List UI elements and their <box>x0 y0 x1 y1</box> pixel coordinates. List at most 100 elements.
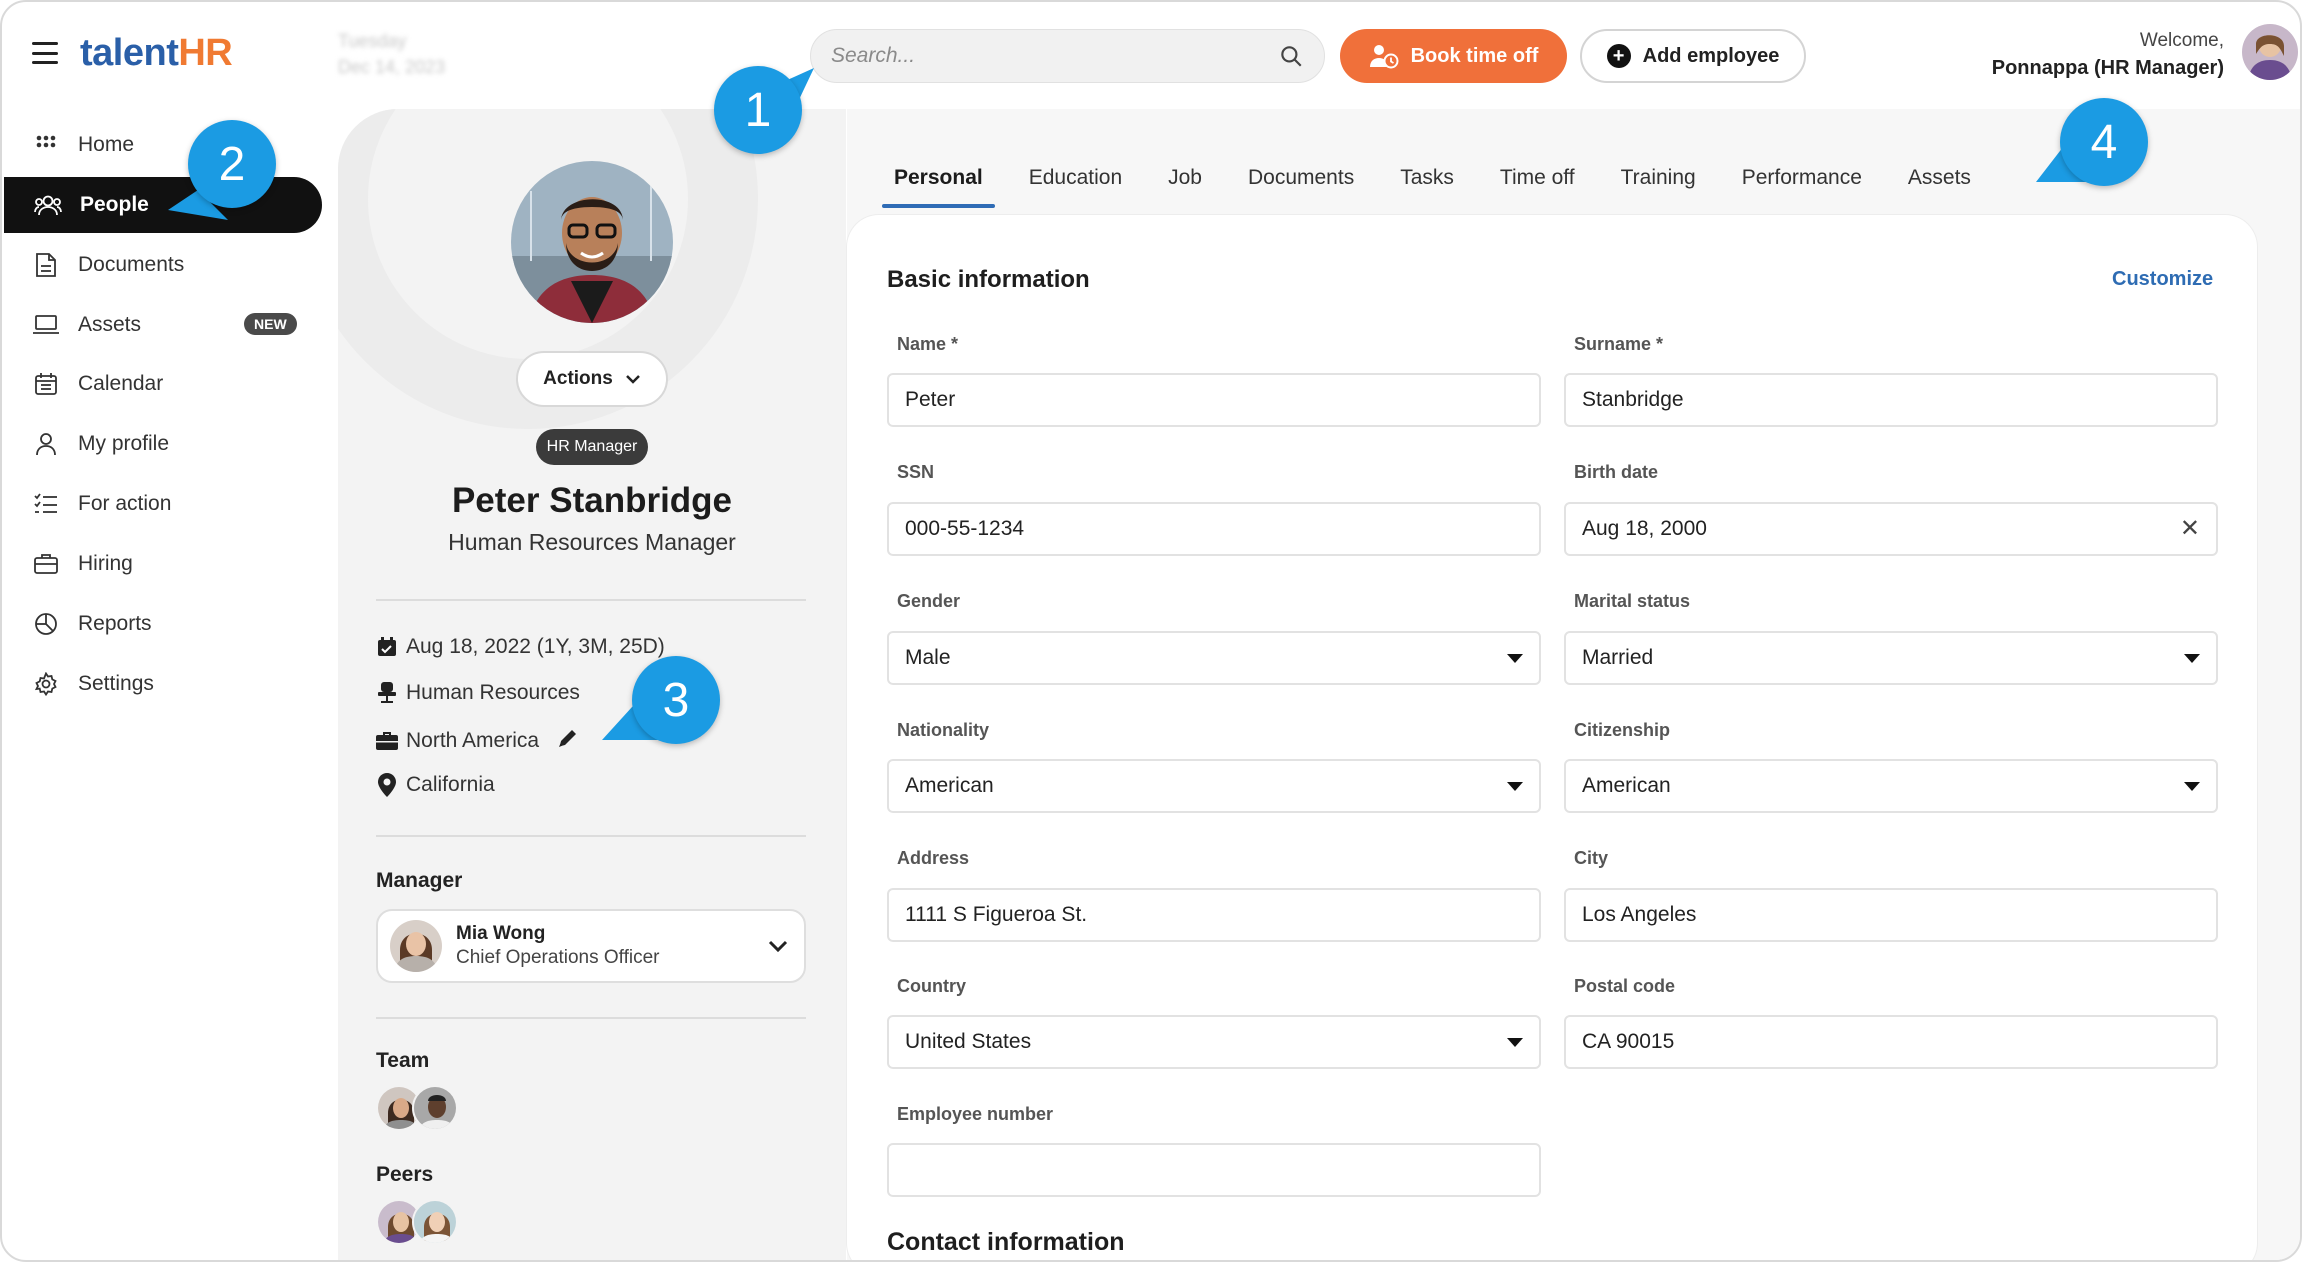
citizenship-select[interactable]: American <box>1564 759 2218 813</box>
app-window: talentHR TuesdayDec 14, 2023 Book time o… <box>0 0 2302 1262</box>
tab-tasks[interactable]: Tasks <box>1388 158 1466 208</box>
ssn-input[interactable] <box>905 517 1523 541</box>
address-input[interactable] <box>905 903 1523 927</box>
location-row: California <box>376 773 495 797</box>
sidebar-item-assets[interactable]: Assets NEW <box>2 297 322 353</box>
sidebar-item-reports[interactable]: Reports <box>2 596 322 652</box>
name-field[interactable] <box>887 373 1541 427</box>
caret-down-icon <box>1507 1037 1523 1047</box>
search-icon[interactable] <box>1278 43 1304 69</box>
nationality-label: Nationality <box>897 720 990 740</box>
user-avatar[interactable] <box>2242 24 2298 80</box>
sidebar-item-hiring[interactable]: Hiring <box>2 536 322 592</box>
caret-down-icon <box>2184 653 2200 663</box>
birth-date-label: Birth date <box>1574 462 1659 482</box>
postal-code-input[interactable] <box>1582 1030 2200 1054</box>
tab-job[interactable]: Job <box>1156 158 1214 208</box>
user-clock-icon <box>1369 45 1399 69</box>
callout-1: 1 <box>714 66 814 154</box>
user-icon <box>32 430 60 458</box>
people-icon <box>34 191 62 219</box>
marital-status-label: Marital status <box>1574 591 1691 611</box>
surname-input[interactable] <box>1582 388 2200 412</box>
gender-select[interactable]: Male <box>887 631 1541 685</box>
sidebar-item-documents[interactable]: Documents <box>2 237 322 293</box>
tab-education[interactable]: Education <box>1017 158 1134 208</box>
caret-down-icon <box>1507 653 1523 663</box>
team-member-avatar[interactable] <box>412 1085 458 1131</box>
sidebar-item-settings[interactable]: Settings <box>2 656 322 712</box>
manager-label: Manager <box>376 869 463 892</box>
employee-number-input[interactable] <box>905 1158 1523 1182</box>
team-label: Team <box>376 1049 430 1072</box>
tab-documents[interactable]: Documents <box>1236 158 1366 208</box>
birth-date-field[interactable]: ✕ <box>1564 502 2218 556</box>
ssn-label: SSN <box>897 462 935 482</box>
briefcase-icon <box>32 550 60 578</box>
chevron-down-icon <box>625 375 640 384</box>
sidebar-item-calendar[interactable]: Calendar <box>2 356 322 412</box>
country-select[interactable]: United States <box>887 1015 1541 1069</box>
tab-performance[interactable]: Performance <box>1730 158 1874 208</box>
caret-down-icon <box>2184 781 2200 791</box>
peer-avatar[interactable] <box>412 1199 458 1245</box>
map-pin-icon <box>376 773 398 797</box>
birth-date-input[interactable] <box>1582 517 2180 541</box>
name-label: Name * <box>897 334 959 354</box>
add-employee-button[interactable]: + Add employee <box>1580 29 1806 83</box>
tab-time-off[interactable]: Time off <box>1488 158 1587 208</box>
briefcase-icon <box>376 730 398 752</box>
tab-training[interactable]: Training <box>1609 158 1708 208</box>
talenthr-logo[interactable]: talentHR <box>80 32 233 75</box>
contact-information-title: Contact information <box>887 1228 1125 1256</box>
grid-icon <box>32 131 60 159</box>
surname-field[interactable] <box>1564 373 2218 427</box>
divider <box>376 835 806 837</box>
team-avatars[interactable] <box>376 1085 458 1131</box>
manager-card[interactable]: Mia Wong Chief Operations Officer <box>376 909 806 983</box>
employee-title: Human Resources Manager <box>448 529 736 555</box>
sidebar-item-for-action[interactable]: For action <box>2 476 322 532</box>
manager-name: Mia Wong <box>456 923 546 944</box>
book-time-off-button[interactable]: Book time off <box>1340 29 1567 83</box>
profile-tabs: Personal Education Job Documents Tasks T… <box>882 158 2005 208</box>
edit-icon[interactable] <box>557 727 579 755</box>
citizenship-label: Citizenship <box>1574 720 1671 740</box>
profile-panel: Actions HR Manager Peter Stanbridge Huma… <box>338 109 846 1260</box>
clear-icon[interactable]: ✕ <box>2180 517 2200 541</box>
gear-icon <box>32 670 60 698</box>
customize-link[interactable]: Customize <box>2112 268 2213 291</box>
nationality-select[interactable]: American <box>887 759 1541 813</box>
department-row: Human Resources <box>376 681 580 705</box>
manager-role: Chief Operations Officer <box>456 947 660 968</box>
employee-number-field[interactable] <box>887 1143 1541 1197</box>
sidebar-item-my-profile[interactable]: My profile <box>2 416 322 472</box>
marital-status-select[interactable]: Married <box>1564 631 2218 685</box>
new-badge: NEW <box>244 313 297 335</box>
callout-4: 4 <box>2036 98 2148 186</box>
peer-avatars[interactable] <box>376 1199 458 1245</box>
calendar-check-icon <box>376 636 398 658</box>
calendar-icon <box>32 370 60 398</box>
city-input[interactable] <box>1582 903 2200 927</box>
surname-label: Surname * <box>1574 334 1664 354</box>
blurred-date: Tuesday Dec 14, 2023 <box>338 31 446 77</box>
search-bar[interactable] <box>810 29 1325 83</box>
address-field[interactable] <box>887 888 1541 942</box>
role-badge: HR Manager <box>536 429 648 465</box>
tab-personal[interactable]: Personal <box>882 158 995 208</box>
employee-name: Peter Stanbridge <box>451 481 733 520</box>
menu-icon[interactable] <box>32 42 58 64</box>
caret-down-icon <box>1507 781 1523 791</box>
region-row: North America <box>376 727 579 755</box>
actions-button[interactable]: Actions <box>516 351 668 407</box>
chevron-down-icon[interactable] <box>764 932 792 960</box>
search-input[interactable] <box>831 44 1278 68</box>
city-field[interactable] <box>1564 888 2218 942</box>
postal-code-field[interactable] <box>1564 1015 2218 1069</box>
tab-assets[interactable]: Assets <box>1896 158 1983 208</box>
name-input[interactable] <box>905 388 1523 412</box>
manager-avatar <box>390 920 442 972</box>
ssn-field[interactable] <box>887 502 1541 556</box>
callout-3: 3 <box>602 656 720 744</box>
